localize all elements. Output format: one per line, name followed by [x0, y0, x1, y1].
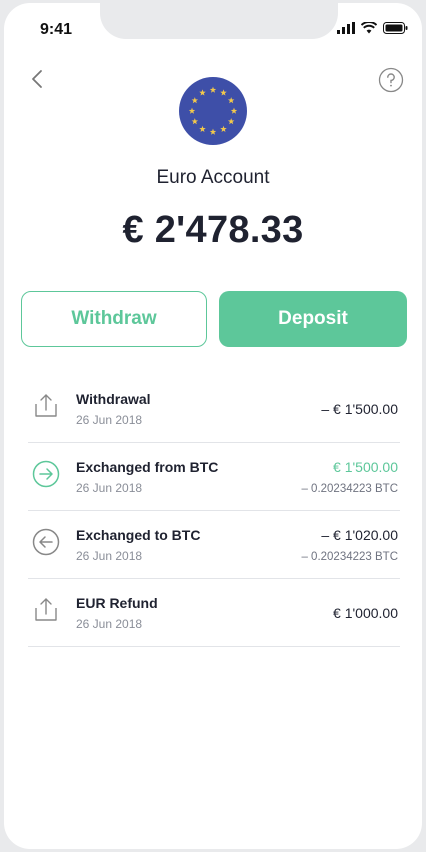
transaction-date: 26 Jun 2018 [76, 549, 143, 563]
back-chevron-icon[interactable] [26, 67, 50, 91]
upload-icon [35, 598, 57, 621]
transaction-amount: € 1'500.00 [333, 459, 398, 475]
transaction-date: 26 Jun 2018 [76, 617, 143, 631]
transaction-amount: – € 1'020.00 [321, 527, 398, 543]
status-icons [337, 22, 408, 34]
transaction-list: Withdrawal 26 Jun 2018 – € 1'500.00 Exch… [28, 375, 400, 647]
phone-screen: 9:41 Euro Account € 2'478.33 Withdraw De… [4, 3, 422, 849]
transaction-date: 26 Jun 2018 [76, 481, 143, 495]
transaction-row[interactable]: Exchanged to BTC 26 Jun 2018 – € 1'020.0… [28, 511, 400, 579]
account-name: Euro Account [156, 167, 270, 188]
battery-icon [383, 22, 408, 34]
signal-icon [337, 22, 355, 34]
transaction-amount: – € 1'500.00 [321, 401, 398, 417]
transaction-title: Withdrawal [76, 391, 151, 407]
transaction-title: Exchanged from BTC [76, 459, 219, 475]
transaction-btc-amount: – 0.20234223 BTC [301, 551, 398, 563]
eu-flag-icon [179, 77, 247, 145]
withdraw-button[interactable]: Withdraw [21, 291, 207, 347]
help-icon[interactable] [378, 67, 404, 93]
status-time: 9:41 [40, 21, 73, 38]
arrow-left-circle-icon [32, 528, 60, 556]
transaction-amount: € 1'000.00 [333, 605, 398, 621]
transaction-title: EUR Refund [76, 595, 158, 611]
transaction-title: Exchanged to BTC [76, 527, 201, 543]
transaction-date: 26 Jun 2018 [76, 413, 143, 427]
account-balance: € 2'478.33 [122, 209, 304, 251]
transaction-btc-amount: – 0.20234223 BTC [301, 483, 398, 495]
wifi-icon [361, 22, 377, 34]
device-notch [100, 3, 338, 39]
deposit-button[interactable]: Deposit [219, 291, 407, 347]
transaction-row[interactable]: Withdrawal 26 Jun 2018 – € 1'500.00 [28, 375, 400, 443]
transaction-row[interactable]: Exchanged from BTC 26 Jun 2018 € 1'500.0… [28, 443, 400, 511]
upload-icon [35, 394, 57, 417]
arrow-right-circle-icon [32, 460, 60, 488]
transaction-row[interactable]: EUR Refund 26 Jun 2018 € 1'000.00 [28, 579, 400, 647]
